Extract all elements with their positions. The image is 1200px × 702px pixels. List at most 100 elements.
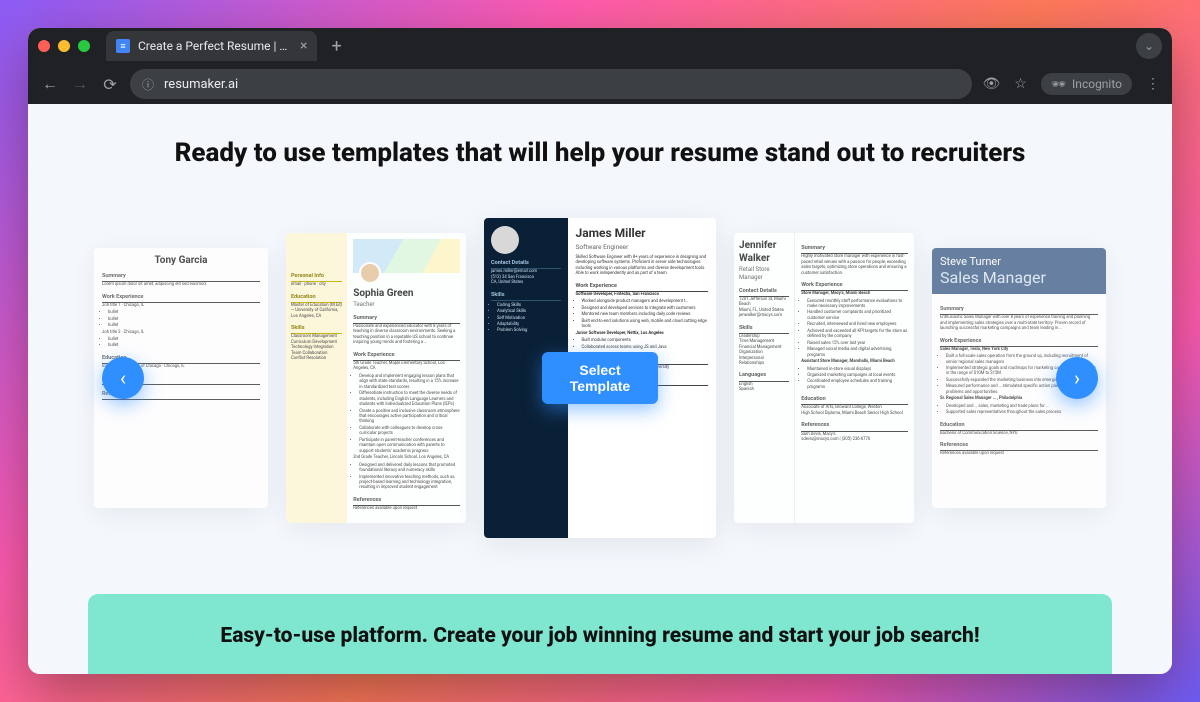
resume-section-heading: Skills [739,325,789,334]
resume-section-heading: Education [291,294,342,303]
resume-skill: Adaptability [497,322,561,327]
resume-section-heading: Contact Details [491,260,561,269]
resume-bullet: Organized marketing campaigns at local e… [807,373,908,378]
url-text: resumaker.ai [164,77,238,92]
resume-job: Job title 2 · Chicago, IL [102,330,260,335]
template-card-featured[interactable]: Contact Details james.miller@email.com (… [484,218,716,538]
resume-skill: Problem Solving [497,328,561,333]
template-carousel: Tony Garcia Summary Lorem ipsum dolor si… [28,208,1172,548]
resume-section-heading: References [801,422,908,431]
resume-bullet: Built modular components [582,338,708,343]
browser-tab[interactable]: ≡ Create a Perfect Resume | Fr… × [106,31,317,61]
resume-summary: Skilled Software Engineer with 8+ years … [576,255,708,277]
resume-edu: Master of Education (M.Ed) — University … [291,303,342,319]
tabstrip: ≡ Create a Perfect Resume | Fr… × + ⌄ [28,28,1172,64]
window-minimize-button[interactable] [58,40,70,52]
incognito-icon: 🕶 [1051,77,1066,91]
resume-bullet: Coordinated employee schedules and train… [807,379,908,390]
resume-bullet: Supported sales representatives througho… [946,410,1098,415]
resume-job: Junior Software Developer, Nettix, Los A… [576,331,708,336]
select-template-button[interactable]: Select Template [542,352,658,404]
resume-ref: References available upon request [940,451,1098,456]
nav-back-icon[interactable]: ← [40,74,60,94]
resume-skill: Coding Skills [497,303,561,308]
resume-job: Job title 1 · Chicago, IL [102,303,260,308]
template-card[interactable]: Personal Info email · phone · city Educa… [286,233,466,523]
resume-section-heading: Personal Info [291,273,342,282]
resume-title: Software Engineer [576,243,708,251]
avatar [491,226,519,254]
resume-section-heading: Languages [739,372,789,381]
resume-bullet: Raised sales 15% over last year [807,341,908,346]
resume-bullet: Recruited, interviewed and hired new emp… [807,322,908,327]
resume-section-heading: Summary [102,273,260,282]
cta-banner: Easy-to-use platform. Create your job wi… [88,594,1112,674]
resume-section-heading: Skills [291,325,342,334]
resume-contact: CA, United States [491,280,561,285]
resume-summary: Enthusiastic Sales Manager with over 8 y… [940,315,1098,331]
tab-title: Create a Perfect Resume | Fr… [138,39,288,53]
chevron-right-icon: › [1074,366,1080,390]
resume-section-heading: Work Experience [576,283,708,292]
chevron-left-icon: ‹ [120,366,126,390]
resume-bullet: Handled customer complaints and prioriti… [807,310,908,321]
resume-section-heading: Education [801,396,908,405]
resume-bullet: Mentored new team members including dail… [582,312,708,317]
resume-name: Steve Turner [940,255,1098,268]
avatar [359,262,381,284]
resume-job: Software Developer, Fintecha, San Franci… [576,292,708,297]
window-maximize-button[interactable] [78,40,90,52]
browser-menu-icon[interactable]: ⋮ [1146,76,1160,92]
resume-bullet: Developed and … sales, marketing and tra… [946,404,1098,409]
omnibox[interactable]: ⓘ resumaker.ai [130,69,972,99]
tracking-blocked-icon[interactable]: 👁︎ [982,76,1000,92]
resume-section-heading: Contact Details [739,288,789,297]
incognito-indicator[interactable]: 🕶 Incognito [1041,73,1132,95]
resume-bullet: Managed social media and digital adverti… [807,347,908,358]
resume-section-heading: Work Experience [940,338,1098,347]
resume-edu: High School Diploma, Miami Beach Senior … [801,411,908,416]
resume-job: Sales Manager, Tesla, New York City [940,347,1098,352]
window-close-button[interactable] [38,40,50,52]
resume-section-heading: Education [940,422,1098,431]
resume-bullet: Built end-to-end solutions using web, mo… [582,319,708,330]
resume-section-heading: Work Experience [102,294,260,303]
resume-section-heading: Summary [801,245,908,254]
nav-reload-icon[interactable]: ⟳ [100,75,120,94]
resume-contact: jenwalker@macys.com [739,313,789,318]
resume-skill: Analytical Skills [497,309,561,314]
resume-job: 5th Grade Teacher, Maple Elementary Scho… [353,361,460,372]
browser-chrome: ≡ Create a Perfect Resume | Fr… × + ⌄ ← … [28,28,1172,104]
resume-bullet: Designed and developed services to integ… [582,306,708,311]
browser-window: ≡ Create a Perfect Resume | Fr… × + ⌄ ← … [28,28,1172,674]
resume-name: Sophia Green [353,287,460,300]
new-tab-button[interactable]: + [325,36,347,57]
resume-name: Jennifer Walker [739,239,789,265]
resume-title: Teacher [353,301,460,309]
resume-summary: Highly motivated store manager with expe… [801,254,908,276]
resume-section-heading: Summary [353,315,460,324]
resume-bullet: Achieved and exceeded all KPI targets fo… [807,329,908,340]
resume-section-heading: Work Experience [801,282,908,291]
nav-forward-icon[interactable]: → [70,74,90,94]
resume-bullet: Executed monthly staff performance evalu… [807,299,908,310]
resume-section-heading: References [940,442,1098,451]
bookmark-star-icon[interactable]: ☆ [1014,76,1027,92]
carousel-prev-button[interactable]: ‹ [102,357,144,399]
window-controls [38,40,90,52]
tab-search-button[interactable]: ⌄ [1136,33,1162,59]
carousel-next-button[interactable]: › [1056,357,1098,399]
resume-bullet: Maintained in-store visual displays [807,367,908,372]
resume-edu: Bachelor of Communication Science, NYU [940,431,1098,436]
resume-name: James Miller [576,226,708,242]
resume-title: Sales Manager [940,268,1098,287]
resume-skill: Classroom Management [291,334,342,339]
resume-skill: Interpersonal Relationships [739,356,789,367]
resume-name: Tony Garcia [102,254,260,267]
incognito-label: Incognito [1072,77,1122,91]
resume-section-heading: Summary [940,306,1098,315]
resume-ref: sdevis@macys.com | (305) 236-6776 [801,437,908,442]
tab-close-icon[interactable]: × [300,38,307,54]
template-card[interactable]: Jennifer Walker Retail Store Manager Con… [734,233,914,523]
site-info-icon[interactable]: ⓘ [142,76,154,93]
